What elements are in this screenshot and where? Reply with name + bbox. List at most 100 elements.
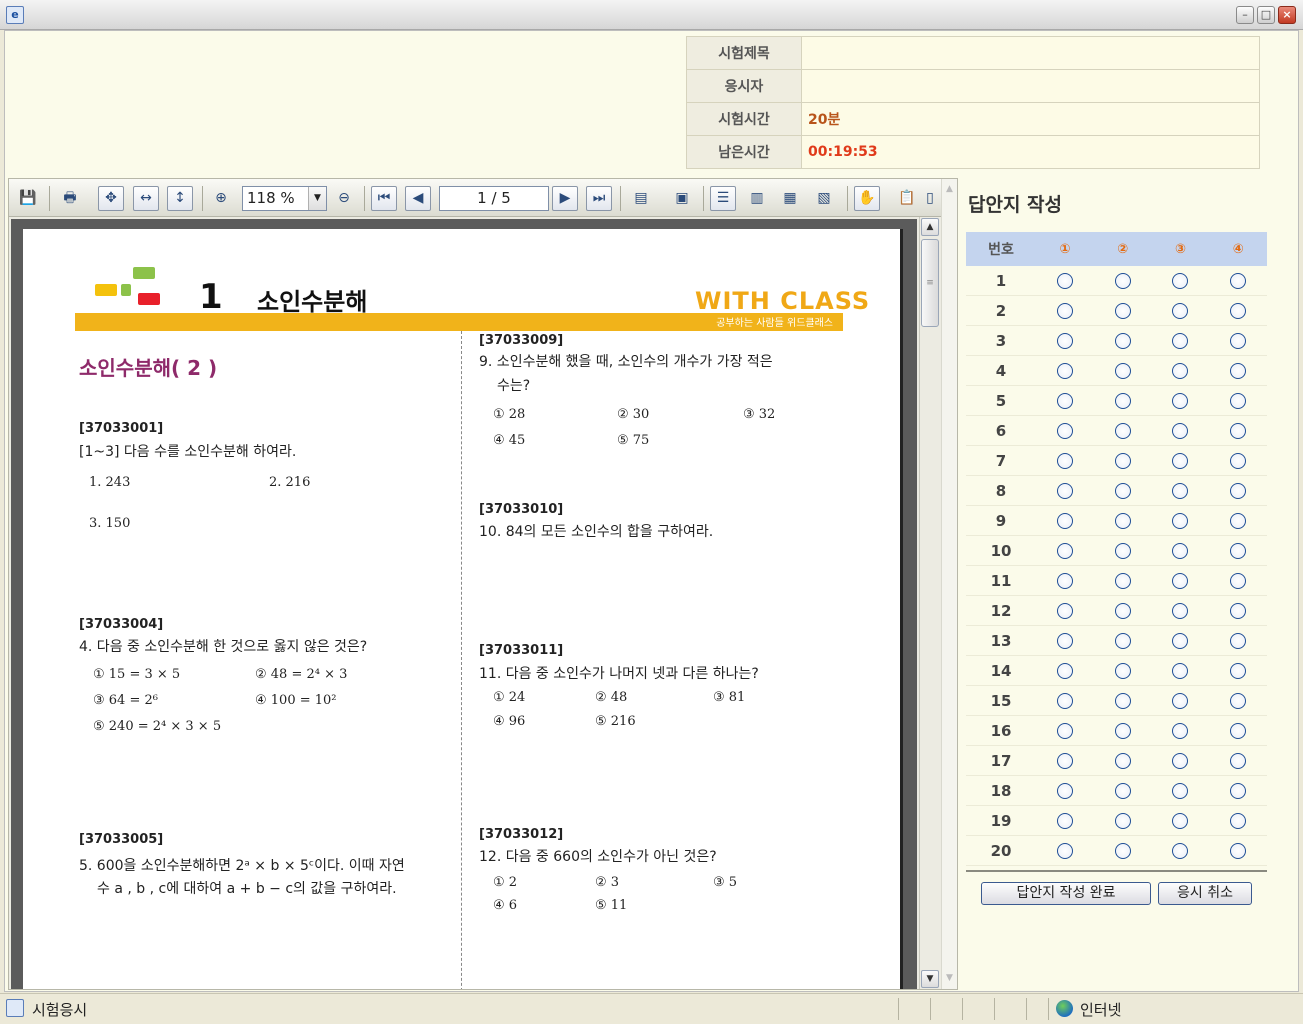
window-titlebar[interactable]: e – □ × [0, 0, 1303, 30]
book-view-icon[interactable]: ▧ [811, 186, 837, 211]
answer-radio-4[interactable] [1230, 452, 1247, 469]
first-page-icon[interactable]: ⏮ [371, 186, 397, 211]
answer-radio-2[interactable] [1114, 752, 1131, 769]
frame-scrollbar[interactable]: ▲ ▼ [941, 179, 957, 989]
answer-radio-1[interactable] [1056, 842, 1073, 859]
submit-answers-button[interactable]: 답안지 작성 완료 [981, 882, 1151, 905]
answer-radio-1[interactable] [1056, 272, 1073, 289]
scroll-down-icon[interactable]: ▼ [921, 970, 939, 988]
answer-radio-4[interactable] [1230, 722, 1247, 739]
facing-icon[interactable]: ▥ [744, 186, 770, 211]
answer-radio-2[interactable] [1114, 632, 1131, 649]
answer-radio-3[interactable] [1172, 722, 1189, 739]
answer-radio-1[interactable] [1056, 692, 1073, 709]
answer-radio-4[interactable] [1230, 632, 1247, 649]
answer-radio-2[interactable] [1114, 812, 1131, 829]
chevron-down-icon[interactable]: ▼ [308, 187, 326, 210]
answer-radio-2[interactable] [1114, 722, 1131, 739]
answer-radio-3[interactable] [1172, 512, 1189, 529]
answer-radio-4[interactable] [1230, 812, 1247, 829]
answer-radio-2[interactable] [1114, 422, 1131, 439]
answer-radio-3[interactable] [1172, 302, 1189, 319]
answer-radio-4[interactable] [1230, 752, 1247, 769]
save-icon[interactable]: 💾 [15, 186, 41, 211]
fit-height-icon[interactable]: ↕ [167, 186, 193, 211]
answer-radio-3[interactable] [1172, 422, 1189, 439]
answer-radio-2[interactable] [1114, 272, 1131, 289]
zoom-select[interactable]: 118 % ▼ [242, 186, 327, 211]
answer-radio-2[interactable] [1114, 782, 1131, 799]
answer-radio-2[interactable] [1114, 542, 1131, 559]
answer-radio-1[interactable] [1056, 392, 1073, 409]
answer-radio-1[interactable] [1056, 812, 1073, 829]
answer-radio-2[interactable] [1114, 512, 1131, 529]
answer-radio-4[interactable] [1230, 422, 1247, 439]
answer-radio-4[interactable] [1230, 332, 1247, 349]
answer-radio-2[interactable] [1114, 662, 1131, 679]
zoom-out-icon[interactable]: ⊖ [331, 186, 357, 211]
answer-radio-3[interactable] [1172, 542, 1189, 559]
answer-radio-2[interactable] [1114, 392, 1131, 409]
answer-radio-4[interactable] [1230, 662, 1247, 679]
answer-radio-1[interactable] [1056, 662, 1073, 679]
answer-radio-4[interactable] [1230, 782, 1247, 799]
answer-radio-1[interactable] [1056, 722, 1073, 739]
zoom-in-icon[interactable]: ⊕ [208, 186, 234, 211]
answer-radio-2[interactable] [1114, 332, 1131, 349]
scroll-thumb[interactable]: ≡ [921, 239, 939, 327]
more-tools-icon[interactable]: ▯ [923, 186, 937, 211]
thumbnails-icon[interactable]: ▤ [628, 186, 654, 211]
answer-radio-2[interactable] [1114, 602, 1131, 619]
answer-radio-3[interactable] [1172, 752, 1189, 769]
answer-radio-1[interactable] [1056, 782, 1073, 799]
answer-radio-1[interactable] [1056, 542, 1073, 559]
answer-radio-3[interactable] [1172, 452, 1189, 469]
answer-radio-3[interactable] [1172, 842, 1189, 859]
answer-radio-2[interactable] [1114, 482, 1131, 499]
answer-radio-4[interactable] [1230, 572, 1247, 589]
answer-radio-1[interactable] [1056, 632, 1073, 649]
answer-radio-3[interactable] [1172, 692, 1189, 709]
answer-radio-1[interactable] [1056, 512, 1073, 529]
answer-radio-3[interactable] [1172, 482, 1189, 499]
answer-radio-1[interactable] [1056, 752, 1073, 769]
answer-radio-4[interactable] [1230, 362, 1247, 379]
single-page-icon[interactable]: ▣ [669, 186, 695, 211]
answer-radio-1[interactable] [1056, 422, 1073, 439]
answer-radio-1[interactable] [1056, 572, 1073, 589]
answer-radio-4[interactable] [1230, 512, 1247, 529]
scroll-up-icon[interactable]: ▲ [921, 218, 939, 236]
answer-radio-2[interactable] [1114, 362, 1131, 379]
answer-radio-2[interactable] [1114, 692, 1131, 709]
maximize-button[interactable]: □ [1257, 6, 1275, 24]
answer-radio-4[interactable] [1230, 692, 1247, 709]
fit-width-icon[interactable]: ↔ [133, 186, 159, 211]
answer-radio-3[interactable] [1172, 362, 1189, 379]
answer-radio-2[interactable] [1114, 452, 1131, 469]
prev-page-icon[interactable]: ◀ [405, 186, 431, 211]
answer-radio-2[interactable] [1114, 302, 1131, 319]
hand-tool-icon[interactable]: ✋ [854, 186, 880, 211]
document-scrollbar[interactable]: ▲ ≡ ▼ [919, 217, 939, 989]
print-icon[interactable]: 🖶 [57, 186, 83, 211]
answer-radio-4[interactable] [1230, 302, 1247, 319]
answer-radio-4[interactable] [1230, 842, 1247, 859]
answer-radio-1[interactable] [1056, 362, 1073, 379]
scroll-up-icon[interactable]: ▲ [942, 181, 957, 198]
answer-radio-3[interactable] [1172, 662, 1189, 679]
answer-radio-1[interactable] [1056, 602, 1073, 619]
answer-radio-3[interactable] [1172, 782, 1189, 799]
answer-radio-4[interactable] [1230, 482, 1247, 499]
answer-radio-3[interactable] [1172, 272, 1189, 289]
answer-radio-4[interactable] [1230, 392, 1247, 409]
answer-radio-2[interactable] [1114, 572, 1131, 589]
answer-radio-3[interactable] [1172, 332, 1189, 349]
next-page-icon[interactable]: ▶ [552, 186, 578, 211]
continuous-icon[interactable]: ☰ [710, 186, 736, 211]
answer-radio-4[interactable] [1230, 602, 1247, 619]
answer-radio-3[interactable] [1172, 602, 1189, 619]
minimize-button[interactable]: – [1236, 6, 1254, 24]
document-area[interactable]: 1 소인수분해 WITH CLASS 공부하는 사람들 위드클래스 소인수분해(… [11, 219, 917, 989]
answer-radio-2[interactable] [1114, 842, 1131, 859]
last-page-icon[interactable]: ⏭ [586, 186, 612, 211]
